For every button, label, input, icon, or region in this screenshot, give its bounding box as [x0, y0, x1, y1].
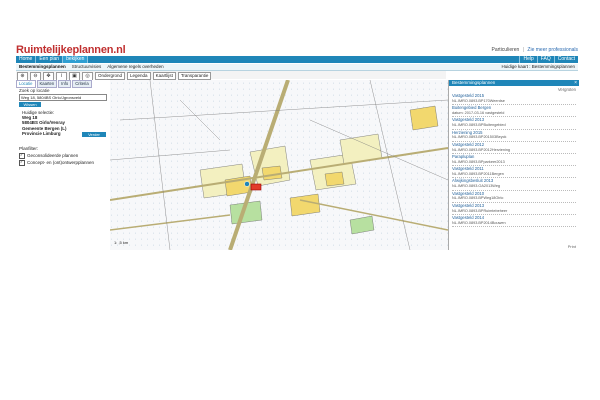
link-professionals[interactable]: Zie meer professionals: [527, 47, 578, 53]
checkbox-label: Geconsolideerde plannen: [27, 153, 79, 159]
plan-entry-id: NL.IMRO.0893.BP2011Bergen: [452, 172, 504, 177]
plan-entry[interactable]: Parapluplan NL.IMRO.0893.BPparkeer2013: [452, 154, 576, 167]
plan-entry-id: NL.IMRO.0893.BP2012Herziening: [452, 147, 511, 152]
plan-entry[interactable]: Vastgesteld 2013 NL.IMRO.0893.BPBuitengeb…: [452, 118, 576, 130]
plan-entry-id: datum: 2017-03-16 vastgesteld: [452, 111, 505, 115]
map-canvas[interactable]: ı: [110, 80, 448, 250]
top-links: Particulieren | Zie meer professionals: [492, 47, 578, 53]
btn-legenda[interactable]: Legenda: [127, 72, 151, 80]
plan-entry[interactable]: Afwijkingsbesluit 2013 NL.IMRO.0893.OA201…: [452, 179, 576, 191]
verder-button[interactable]: Verder: [82, 132, 106, 137]
plan-entry-id: NL.IMRO.0893.BPparkeer2013: [452, 159, 505, 164]
sub-nav: Bestemmingsplannen Structuurvisies Algem…: [16, 64, 578, 71]
plan-entry[interactable]: Vastgesteld 2014 NL.IMRO.0893.BP2014Bouwe…: [452, 215, 576, 228]
plan-entry-id: NL.IMRO.0893.BP170Weerdse: [452, 98, 505, 103]
selected-parcel[interactable]: [250, 183, 262, 191]
current-map-label: Huidige kaart : Bestemmingsplannen: [501, 64, 575, 69]
map-toolbar: ⊕ ⊖ ✥ i ▣ ◎ Ondergrond Legenda Kaartlijs…: [16, 71, 446, 81]
plan-entry[interactable]: Vastgesteld 2015 NL.IMRO.0893.BP170Weerds…: [452, 93, 576, 106]
plan-entry[interactable]: Buitengebied Bergen datum: 2017-03-16 vas…: [452, 105, 576, 118]
checkbox-icon: [19, 159, 25, 166]
tab-kaarten[interactable]: Kaarten: [36, 80, 58, 88]
plan-entry-id: NL.IMRO.0893.BP2014Bouwen: [452, 220, 506, 225]
nav-contact[interactable]: Contact: [553, 56, 578, 63]
plan-list: Vastgesteld 2015 NL.IMRO.0893.BP170Weerds…: [449, 93, 579, 228]
plan-entry[interactable]: Vastgesteld 2012 NL.IMRO.0893.BP2012Herzi…: [452, 142, 576, 155]
site-logo[interactable]: Ruimtelijkeplannen.nl: [16, 44, 126, 56]
btn-ondergrond[interactable]: Ondergrond: [95, 72, 126, 80]
link-particulieren[interactable]: Particulieren: [492, 47, 520, 53]
nav-bekijken[interactable]: bekijken: [63, 56, 89, 63]
plan-entry-id: NL.IMRO.0893.BPBuitengebied: [452, 123, 506, 128]
subnav-algemene-regels[interactable]: Algemene regels overheden: [104, 64, 166, 70]
plan-entry[interactable]: Vastgesteld 2010 NL.IMRO.0893.BPWeg18Oirl…: [452, 191, 576, 203]
nav-een-plan[interactable]: Een plan: [36, 56, 64, 63]
map-svg[interactable]: ı: [110, 80, 448, 250]
app: Ruimtelijkeplannen.nl Particulieren | Zi…: [14, 40, 580, 250]
nav-help[interactable]: Help: [519, 56, 536, 63]
plan-entry-id: NL.IMRO.0893.BPWeg18Oirlo: [452, 196, 504, 201]
plan-entry-id: NL.IMRO.0893.OA2013Weg: [452, 184, 501, 189]
wissen-button[interactable]: Wissen: [19, 102, 41, 107]
checkbox-geconsolideerd[interactable]: Geconsolideerde plannen: [19, 152, 79, 159]
btn-kaartlijst[interactable]: Kaartlijst: [152, 72, 176, 80]
subnav-bestemmingsplannen-label: Bestemmingsplannen: [19, 64, 66, 69]
main-nav: Home Een plan bekijken Help FAQ Contact: [16, 56, 578, 63]
subnav-structuurvisies[interactable]: Structuurvisies: [69, 64, 105, 70]
plan-entry-id: NL.IMRO.0893.BP201503Beyck: [452, 135, 507, 140]
location-marker-icon[interactable]: [244, 181, 250, 187]
close-icon[interactable]: ×: [574, 80, 577, 86]
tab-locatie[interactable]: Locatie: [16, 80, 36, 88]
vergroten-link[interactable]: Vergroten: [449, 86, 579, 93]
right-panel-title: Bestemmingsplannen: [452, 80, 496, 85]
checkbox-concept[interactable]: Concept- en (ont)ontwerpplannen: [19, 159, 95, 166]
subnav-bestemmingsplannen[interactable]: Bestemmingsplannen: [16, 64, 69, 70]
tab-criteria[interactable]: Criteria: [72, 80, 92, 88]
top-links-separator: |: [522, 47, 525, 53]
tab-info[interactable]: Info: [58, 80, 72, 88]
left-panel: Locatie Kaarten Info Criteria Zoek op lo…: [16, 80, 111, 250]
checkbox-label: Concept- en (ont)ontwerpplannen: [27, 160, 95, 166]
nav-faq[interactable]: FAQ: [536, 56, 554, 63]
planfilter-title: Planfilter:: [19, 146, 39, 151]
right-panel: Bestemmingsplannen × Vergroten Vastgeste…: [448, 80, 579, 250]
location-search-input[interactable]: Weg 18, 5804BS Oirlo/Jgronsveld: [19, 94, 107, 101]
plan-entry[interactable]: Herziening 2015 NL.IMRO.0893.BP201503Beyc…: [452, 130, 576, 142]
plan-entry[interactable]: Vastgesteld 2011 NL.IMRO.0893.BP2011Berge…: [452, 166, 576, 179]
plan-entry[interactable]: Vastgesteld 2013 NL.IMRO.0893.BPRuimtebeh…: [452, 203, 576, 216]
btn-transparantie[interactable]: Transparantie: [177, 72, 212, 80]
plan-entry-id: NL.IMRO.0893.BPRuimtebeheer: [452, 208, 508, 213]
search-label: Zoek op locatie: [19, 88, 50, 93]
nav-home[interactable]: Home: [16, 56, 37, 63]
scale-bar: 1: ,5 km: [114, 240, 129, 245]
left-tabs: Locatie Kaarten Info Criteria: [16, 80, 110, 88]
print-link[interactable]: Print: [568, 244, 576, 249]
